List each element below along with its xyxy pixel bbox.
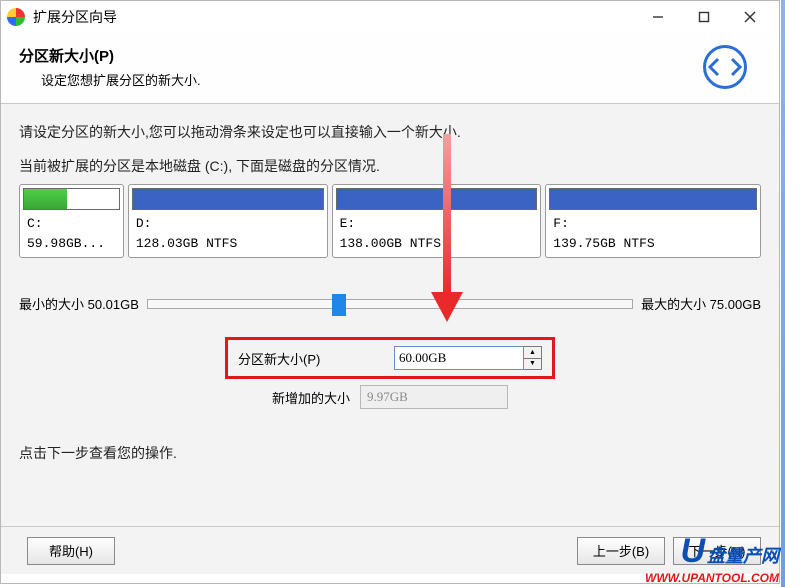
partition-c[interactable]: C: 59.98GB... — [19, 184, 124, 258]
partition-e-bar — [336, 188, 538, 210]
current-partition-text: 当前被扩展的分区是本地磁盘 (C:), 下面是磁盘的分区情况. — [19, 156, 761, 176]
partition-c-drive: C: — [23, 214, 120, 234]
footer: 帮助(H) 上一步(B) 下一步(N) — [1, 526, 779, 574]
partition-c-size: 59.98GB... — [23, 234, 120, 254]
partition-d-bar — [132, 188, 324, 210]
content-area: 请设定分区的新大小,您可以拖动滑条来设定也可以直接输入一个新大小. 当前被扩展的… — [1, 104, 779, 526]
added-size-value: 9.97GB — [360, 385, 508, 409]
minimize-button[interactable] — [635, 3, 681, 31]
partition-d-size: 128.03GB NTFS — [132, 234, 324, 254]
maximize-icon — [698, 11, 710, 23]
added-size-label: 新增加的大小 — [272, 388, 350, 407]
partition-e-drive: E: — [336, 214, 538, 234]
window-title: 扩展分区向导 — [33, 7, 635, 27]
size-slider[interactable] — [147, 299, 633, 309]
wizard-arrow-icon — [703, 45, 747, 89]
added-size-row: 新增加的大小 9.97GB — [19, 385, 761, 409]
close-icon — [744, 11, 756, 23]
max-size-label: 最大的大小 75.00GB — [641, 294, 761, 313]
partition-f-drive: F: — [549, 214, 757, 234]
slider-row: 最小的大小 50.01GB 最大的大小 75.00GB — [19, 294, 761, 313]
minimize-icon — [652, 11, 664, 23]
slider-thumb[interactable] — [332, 294, 346, 316]
back-button[interactable]: 上一步(B) — [577, 537, 665, 565]
click-next-text: 点击下一步查看您的操作. — [19, 443, 761, 463]
partition-d-drive: D: — [132, 214, 324, 234]
partition-e-size: 138.00GB NTFS — [336, 234, 538, 254]
partition-f-bar — [549, 188, 757, 210]
partition-e[interactable]: E: 138.00GB NTFS — [332, 184, 542, 258]
titlebar: 扩展分区向导 — [1, 1, 779, 33]
partition-f-size: 139.75GB NTFS — [549, 234, 757, 254]
header-heading: 分区新大小(P) — [19, 45, 703, 66]
partition-d[interactable]: D: 128.03GB NTFS — [128, 184, 328, 258]
close-button[interactable] — [727, 3, 773, 31]
spinner-up-icon[interactable]: ▲ — [524, 347, 541, 359]
partition-size-label: 分区新大小(P) — [238, 349, 320, 368]
maximize-button[interactable] — [681, 3, 727, 31]
partition-size-box: 分区新大小(P) ▲ ▼ — [225, 337, 555, 379]
partition-f[interactable]: F: 139.75GB NTFS — [545, 184, 761, 258]
size-spinner[interactable]: ▲ ▼ — [524, 346, 542, 370]
help-button[interactable]: 帮助(H) — [27, 537, 115, 565]
partition-c-bar — [23, 188, 120, 210]
min-size-label: 最小的大小 50.01GB — [19, 294, 139, 313]
double-arrow-icon — [708, 57, 742, 77]
next-button[interactable]: 下一步(N) — [673, 537, 761, 565]
right-edge — [781, 0, 785, 587]
wizard-header: 分区新大小(P) 设定您想扩展分区的新大小. — [1, 33, 779, 104]
instruction-text: 请设定分区的新大小,您可以拖动滑条来设定也可以直接输入一个新大小. — [19, 122, 761, 142]
size-input-wrap: ▲ ▼ — [394, 346, 542, 370]
partition-size-input[interactable] — [394, 346, 524, 370]
wizard-window: 扩展分区向导 分区新大小(P) 设定您想扩展分区的新大小. 请设定分区的新大小,… — [0, 0, 780, 584]
partition-container: C: 59.98GB... D: 128.03GB NTFS E: 138.00… — [19, 184, 761, 258]
app-icon — [7, 8, 25, 26]
header-sub: 设定您想扩展分区的新大小. — [19, 70, 703, 89]
header-text: 分区新大小(P) 设定您想扩展分区的新大小. — [19, 45, 703, 89]
spinner-down-icon[interactable]: ▼ — [524, 359, 541, 370]
